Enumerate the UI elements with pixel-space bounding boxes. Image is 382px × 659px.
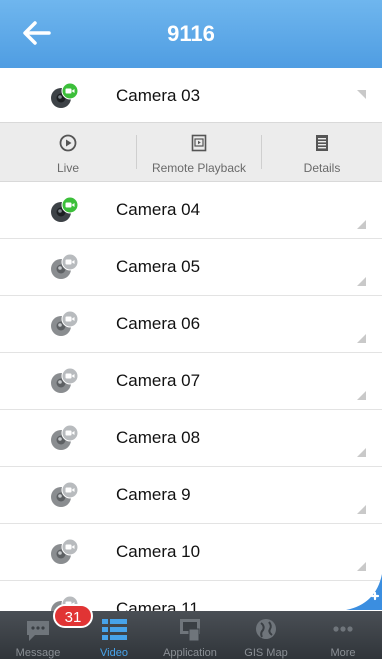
tab-application-label: Application <box>163 647 217 659</box>
remote-playback-button[interactable]: Remote Playback <box>137 123 261 181</box>
expand-indicator <box>357 448 366 457</box>
camera-offline-icon <box>51 253 79 279</box>
list-item[interactable]: Camera 9 <box>0 467 382 524</box>
tab-video-label: Video <box>100 647 128 659</box>
camera-label: Camera 04 <box>116 200 201 219</box>
list-item[interactable]: Camera 07 <box>0 353 382 410</box>
globe-icon <box>256 619 276 639</box>
chat-bubble-icon <box>27 621 49 641</box>
camera-label: Camera 07 <box>116 371 201 390</box>
camera-offline-icon <box>51 481 79 507</box>
camera-online-icon <box>51 196 79 222</box>
playback-file-icon <box>191 134 207 152</box>
collapse-indicator <box>357 90 366 99</box>
list-item[interactable]: Camera 03 <box>0 68 382 122</box>
tab-gis-map[interactable]: GIS Map <box>228 611 304 659</box>
camera-offline-icon <box>51 310 79 336</box>
camera-label: Camera 05 <box>116 257 201 276</box>
tab-gis-map-label: GIS Map <box>244 647 288 659</box>
expand-indicator <box>357 220 366 229</box>
expand-indicator <box>357 391 366 400</box>
live-label: Live <box>56 161 79 175</box>
list-item[interactable]: Camera 06 <box>0 296 382 353</box>
more-dots-icon <box>333 626 353 632</box>
document-icon <box>316 135 328 151</box>
tab-application[interactable]: Application <box>152 611 228 659</box>
remote-playback-label: Remote Playback <box>151 161 247 175</box>
details-label: Details <box>303 161 341 175</box>
camera-offline-icon <box>51 538 79 564</box>
play-circle-icon <box>59 134 77 152</box>
camera-label: Camera 08 <box>116 428 201 447</box>
camera-label: Camera 9 <box>116 485 191 504</box>
camera-action-bar: Live Remote Playback Details <box>0 122 382 182</box>
camera-online-icon <box>51 82 79 108</box>
camera-label: Camera 06 <box>116 314 201 333</box>
live-button[interactable]: Live <box>0 123 136 181</box>
list-item[interactable]: Camera 05 <box>0 239 382 296</box>
header-bar: 9116 <box>0 0 382 68</box>
tab-more-label: More <box>330 647 356 659</box>
list-item[interactable]: Camera 10 <box>0 524 382 581</box>
tab-more[interactable]: More <box>304 611 382 659</box>
camera-offline-icon <box>51 367 79 393</box>
app-screen: 9116 Camera 03 Live Remote Playback Deta… <box>0 0 382 659</box>
list-item[interactable]: Camera 04 <box>0 182 382 239</box>
tab-message-label: Message <box>15 647 61 659</box>
expand-indicator <box>357 505 366 514</box>
camera-offline-icon <box>51 424 79 450</box>
camera-list: Camera 03 Live Remote Playback Details C… <box>0 68 382 638</box>
expand-indicator <box>357 277 366 286</box>
add-corner-button[interactable] <box>346 574 382 610</box>
application-icon <box>180 619 200 642</box>
message-count-badge: 31 <box>53 604 93 628</box>
list-icon <box>102 619 127 640</box>
expand-indicator <box>357 334 366 343</box>
expand-indicator <box>357 562 366 571</box>
camera-label: Camera 03 <box>116 86 201 105</box>
list-item[interactable]: Camera 08 <box>0 410 382 467</box>
page-title: 9116 <box>167 21 215 46</box>
camera-label: Camera 10 <box>116 542 201 561</box>
details-button[interactable]: Details <box>262 123 382 181</box>
